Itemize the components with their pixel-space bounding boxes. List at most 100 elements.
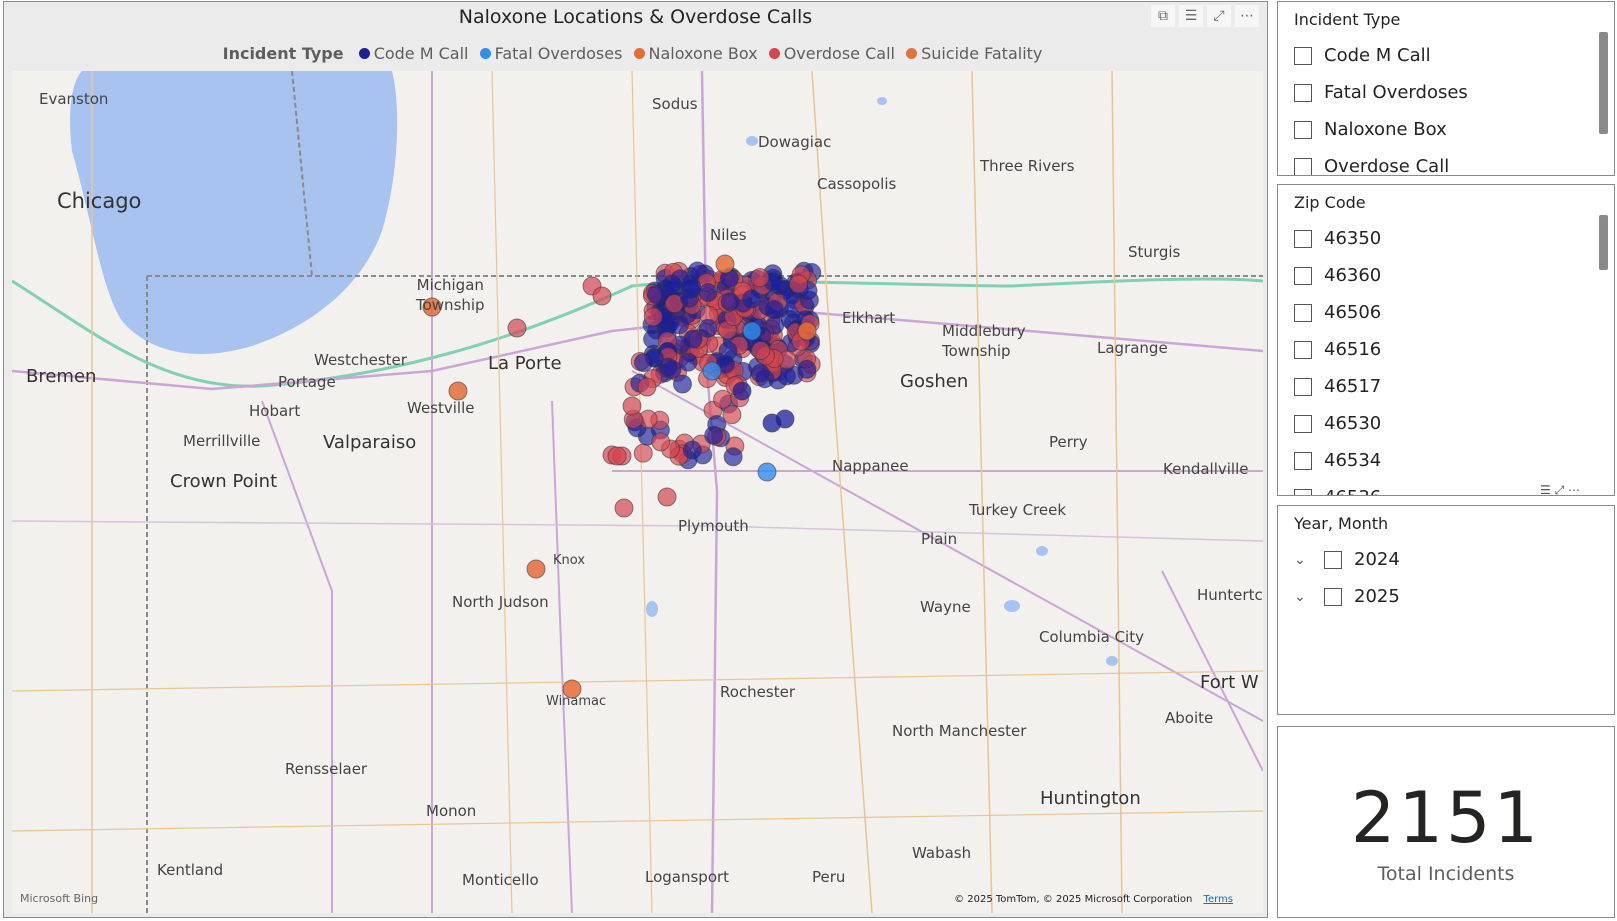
- slicer-option-zip[interactable]: 46350: [1294, 220, 1584, 257]
- checkbox[interactable]: [1294, 229, 1312, 248]
- slicer-option-code-m-call[interactable]: Code M Call: [1294, 37, 1584, 74]
- road: [551, 400, 573, 913]
- road: [700, 71, 719, 913]
- slicer-option-zip[interactable]: 46516: [1294, 331, 1584, 368]
- slicer-option-zip[interactable]: 46534: [1294, 442, 1584, 479]
- option-label: 46517: [1324, 376, 1382, 397]
- map-label: Middlebury Township: [942, 322, 1026, 360]
- focus-mode-icon[interactable]: ⤢: [1555, 483, 1565, 497]
- more-options-icon[interactable]: ⋯: [1568, 483, 1580, 497]
- incident-marker: [682, 440, 702, 460]
- more-options-icon[interactable]: ⋯: [1235, 5, 1259, 27]
- map-label: North Judson: [452, 593, 549, 611]
- slicer-option-fatal-overdoses[interactable]: Fatal Overdoses: [1294, 74, 1584, 111]
- map-label: Sodus: [652, 95, 698, 113]
- option-label: 46516: [1324, 339, 1382, 360]
- option-label: 46350: [1324, 228, 1382, 249]
- filter-icon[interactable]: ☰: [1540, 483, 1551, 497]
- incident-marker: [702, 361, 722, 381]
- legend-label: Naloxone Box: [648, 44, 758, 63]
- slicer-scrollbar[interactable]: [1599, 215, 1608, 270]
- incident-marker: [622, 396, 642, 416]
- legend-item-naloxone-box[interactable]: Naloxone Box: [633, 44, 758, 63]
- checkbox[interactable]: [1294, 120, 1312, 139]
- legend-item-suicide-fatality[interactable]: Suicide Fatality: [906, 44, 1042, 63]
- chevron-down-icon[interactable]: ⌄: [1294, 552, 1314, 568]
- checkbox[interactable]: [1294, 266, 1312, 285]
- slicer-option-zip[interactable]: 46506: [1294, 294, 1584, 331]
- map-label: Plymouth: [678, 517, 749, 535]
- checkbox[interactable]: [1294, 46, 1312, 65]
- slicer-option-zip[interactable]: 46517: [1294, 368, 1584, 405]
- tree-item-year[interactable]: ⌄ 2025: [1294, 578, 1584, 615]
- map-label: Michigan Township: [416, 276, 485, 314]
- map-label: Merrillville: [183, 432, 261, 450]
- legend-item-code-m-call[interactable]: Code M Call: [358, 44, 469, 63]
- map-provider-logo: Microsoft Bing: [20, 892, 99, 905]
- incident-marker: [678, 352, 698, 372]
- map-label: Turkey Creek: [969, 501, 1067, 519]
- legend-label: Overdose Call: [783, 44, 895, 63]
- map-label: Dowagiac: [758, 133, 832, 151]
- map-label: Three Rivers: [980, 157, 1075, 175]
- road: [811, 71, 873, 913]
- map-label: North Manchester: [892, 722, 1027, 740]
- slicer-option-naloxone-box[interactable]: Naloxone Box: [1294, 111, 1584, 148]
- incident-marker: [633, 443, 653, 463]
- incident-marker: [682, 277, 702, 297]
- legend-item-overdose-call[interactable]: Overdose Call: [768, 44, 895, 63]
- map-label: Columbia City: [1039, 628, 1144, 646]
- map-label: Cassopolis: [817, 175, 897, 193]
- checkbox[interactable]: [1324, 587, 1342, 606]
- option-label: 46506: [1324, 302, 1382, 323]
- map-label: Lagrange: [1097, 339, 1168, 357]
- incident-marker: [757, 462, 777, 482]
- legend-label: Suicide Fatality: [921, 44, 1043, 63]
- incident-marker: [765, 315, 785, 335]
- zip-code-slicer: Zip Code 46350 46360 46506 46516 46517 4…: [1277, 184, 1615, 496]
- map-label: Niles: [710, 226, 747, 244]
- checkbox[interactable]: [1294, 83, 1312, 102]
- map-copyright: © 2025 TomTom, © 2025 Microsoft Corporat…: [954, 894, 1233, 905]
- checkbox[interactable]: [1324, 550, 1342, 569]
- slicer-tree: ⌄ 2024 ⌄ 2025: [1294, 541, 1584, 615]
- legend-dot: [479, 48, 491, 59]
- checkbox[interactable]: [1294, 451, 1312, 470]
- checkbox[interactable]: [1294, 488, 1312, 495]
- map-label: Nappanee: [832, 457, 909, 475]
- slicer-option-zip[interactable]: 46530: [1294, 405, 1584, 442]
- checkbox[interactable]: [1294, 340, 1312, 359]
- checkbox[interactable]: [1294, 414, 1312, 433]
- checkbox[interactable]: [1294, 377, 1312, 396]
- slicer-list: Code M Call Fatal Overdoses Naloxone Box…: [1294, 37, 1584, 175]
- incident-marker: [751, 340, 771, 360]
- incident-type-slicer: Incident Type Code M Call Fatal Overdose…: [1277, 1, 1615, 176]
- map-label: Peru: [812, 868, 846, 886]
- chevron-down-icon[interactable]: ⌄: [1294, 589, 1314, 605]
- incident-marker: [643, 307, 663, 327]
- small-lake: [746, 136, 758, 146]
- legend-dot: [633, 48, 645, 59]
- legend-item-fatal-overdoses[interactable]: Fatal Overdoses: [479, 44, 622, 63]
- map-label: Kendallville: [1163, 460, 1249, 478]
- copy-icon[interactable]: ⧉: [1151, 5, 1175, 27]
- incident-marker: [715, 254, 735, 274]
- incident-marker: [723, 447, 743, 467]
- slicer-option-zip[interactable]: 46360: [1294, 257, 1584, 294]
- road: [491, 71, 513, 913]
- filter-icon[interactable]: ☰: [1179, 5, 1203, 27]
- legend-dot: [768, 48, 780, 59]
- focus-mode-icon[interactable]: ⤢: [1207, 5, 1231, 27]
- terms-link[interactable]: Terms: [1204, 894, 1233, 905]
- incident-marker: [657, 487, 677, 507]
- slicer-scrollbar[interactable]: [1599, 32, 1608, 134]
- checkbox[interactable]: [1294, 303, 1312, 322]
- road: [12, 670, 1263, 692]
- map-canvas[interactable]: Evanston Chicago Bremen Sodus Dowagiac T…: [12, 71, 1263, 913]
- checkbox[interactable]: [1294, 157, 1312, 175]
- road: [631, 71, 653, 913]
- slicer-option-overdose-call[interactable]: Overdose Call: [1294, 148, 1584, 175]
- incident-marker: [775, 409, 795, 429]
- tree-item-year[interactable]: ⌄ 2024: [1294, 541, 1584, 578]
- map-label: Crown Point: [170, 471, 278, 492]
